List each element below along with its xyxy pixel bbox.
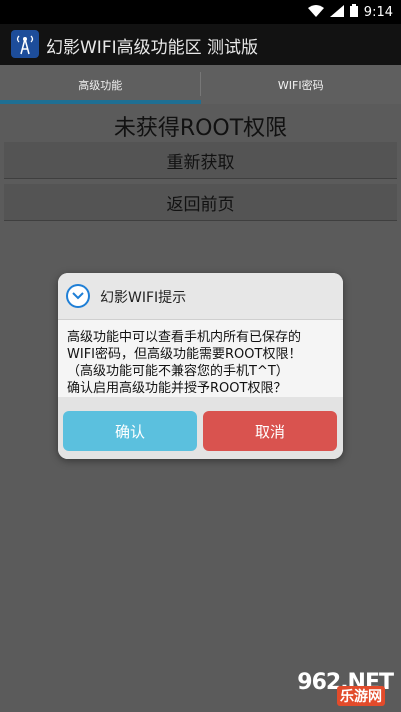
status-time: 9:14 [363,5,393,20]
cancel-button[interactable]: 取消 [203,411,337,451]
dialog-message-line: 确认启用高级功能并授予ROOT权限？ [67,381,287,396]
dialog-title: 幻影WIFI提示 [100,290,187,306]
dialog-message-line: WIFI密码，但高级功能需要ROOT权限！ [67,347,302,362]
wifi-tower-icon [11,30,39,58]
watermark-logo: 962.NET 乐游网 [247,658,394,706]
status-icons: 9:14 [307,4,393,21]
confirm-button-label: 确认 [114,422,145,441]
chevron-down-icon [66,284,90,308]
dialog-button-bar: 确认 取消 [58,397,343,459]
dialog-message-line: 高级功能中可以查看手机内所有已保存的 [67,330,302,345]
tab-advanced[interactable]: 高级功能 [0,65,201,104]
action-bar: 幻影WIFI高级功能区 测试版 [0,24,401,65]
tab-divider [200,72,201,96]
signal-icon [329,4,344,21]
tab-wifi-password-label: WIFI密码 [277,78,324,92]
cancel-button-label: 取消 [254,422,285,441]
app-title: 幻影WIFI高级功能区 测试版 [46,38,259,58]
back-button-label: 返回前页 [166,194,235,215]
dialog-message-line: （高级功能可能不兼容您的手机T^T） [67,364,289,379]
tab-advanced-label: 高级功能 [78,78,123,92]
tab-wifi-password[interactable]: WIFI密码 [201,65,401,104]
dialog-header: 幻影WIFI提示 [58,273,343,320]
wifi-icon [307,4,324,21]
battery-icon [349,4,358,21]
dialog-message: 高级功能中可以查看手机内所有已保存的 WIFI密码，但高级功能需要ROOT权限！… [67,329,337,397]
retry-button-label: 重新获取 [166,152,235,173]
back-button[interactable]: 返回前页 [4,184,397,221]
root-prompt-dialog: 幻影WIFI提示 高级功能中可以查看手机内所有已保存的 WIFI密码，但高级功能… [58,273,343,459]
watermark-sub: 乐游网 [337,686,385,706]
status-bar: 9:14 [0,0,401,24]
retry-button[interactable]: 重新获取 [4,142,397,179]
root-status-text: 未获得ROOT权限 [113,116,288,141]
confirm-button[interactable]: 确认 [63,411,197,451]
